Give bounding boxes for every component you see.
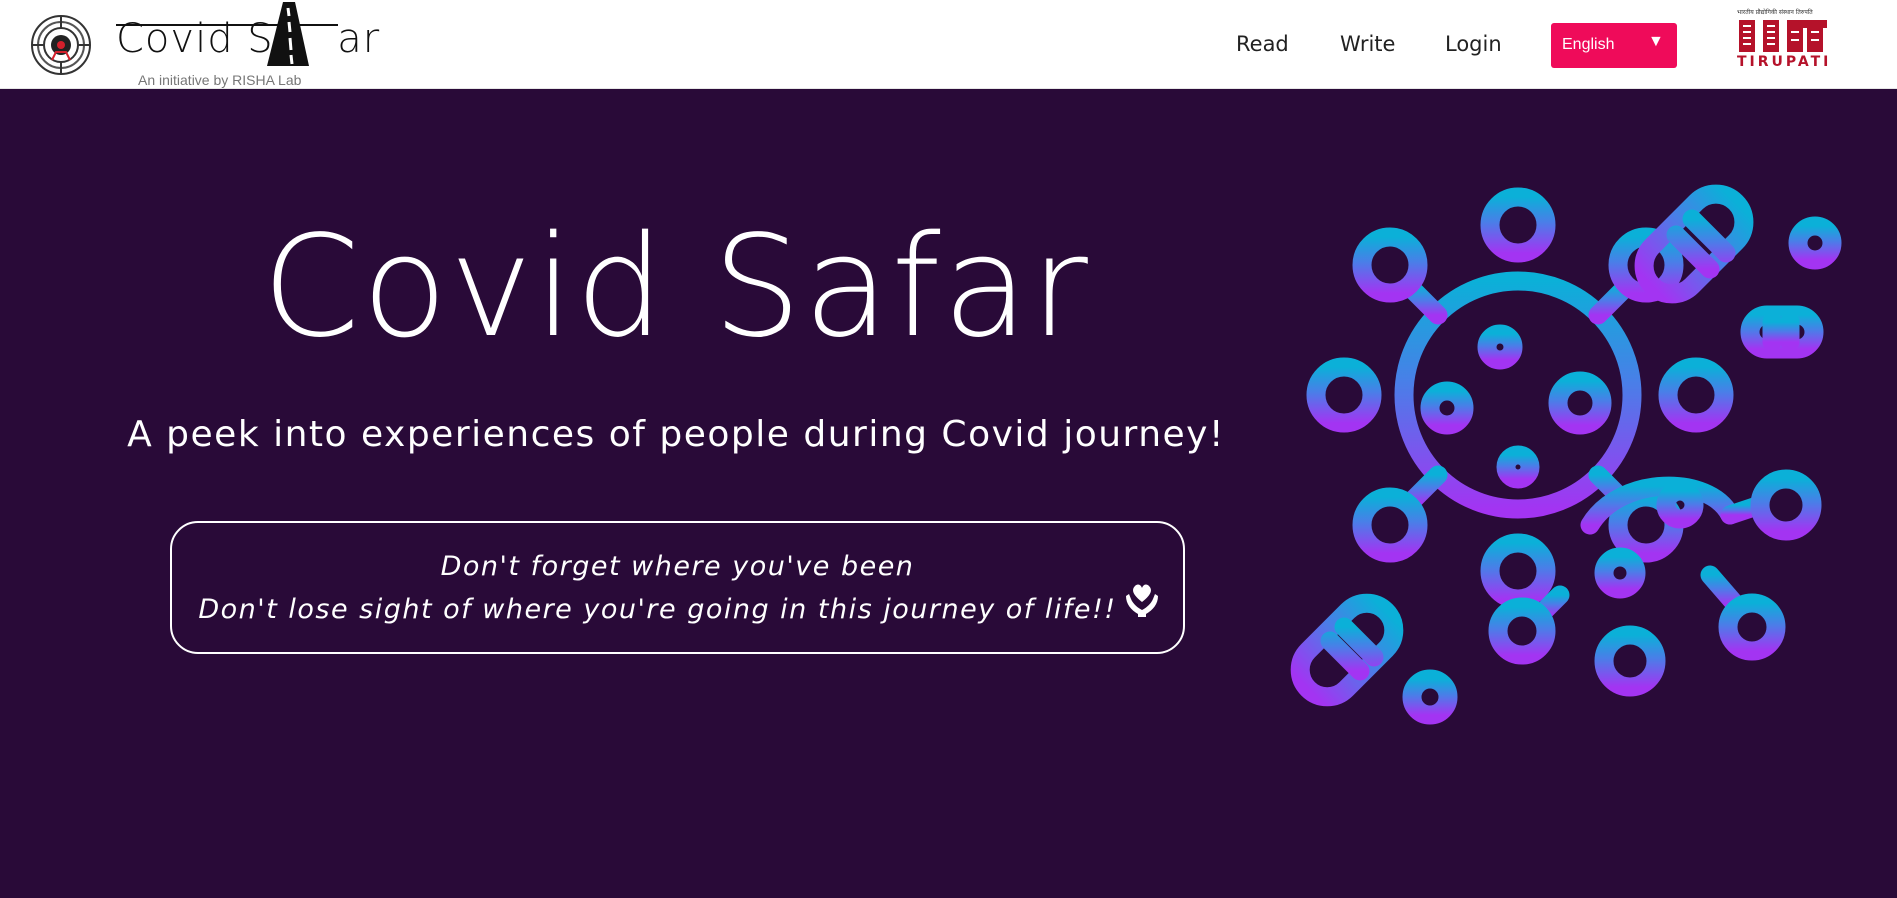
- language-select[interactable]: English ▼: [1551, 23, 1677, 68]
- iit-logo-hindi-text: भारतीय प्रौद्योगिकी संस्थान तिरुपति: [1737, 9, 1813, 16]
- hero-title: Covid Safar: [262, 206, 1090, 369]
- caring-hands-heart-icon: [1126, 584, 1158, 617]
- nav-write-link[interactable]: Write: [1340, 32, 1395, 56]
- caret-down-icon: ▼: [1648, 33, 1664, 50]
- hero-subtitle: A peek into experiences of people during…: [127, 414, 1225, 455]
- language-selected-value: English: [1562, 36, 1615, 53]
- iit-logo-icon[interactable]: भारतीय प्रौद्योगिकी संस्थान तिरुपति TIRU…: [1735, 8, 1831, 72]
- brand-logo[interactable]: Covid Sa ar An initiative by RISHA Lab: [116, 2, 379, 88]
- brand-title-right: ar: [337, 16, 381, 62]
- quote-line-2: Don't lose sight of where you're going i…: [198, 594, 1117, 625]
- iit-logo-name: TIRUPATI: [1737, 54, 1832, 70]
- nav-login-link[interactable]: Login: [1445, 32, 1502, 56]
- quote-line-1: Don't forget where you've been: [440, 551, 915, 582]
- brand-subtitle: An initiative by RISHA Lab: [138, 72, 302, 88]
- risha-logo-icon[interactable]: [30, 14, 92, 76]
- brand-title: Covid Sa ar: [116, 16, 380, 62]
- road-icon: [267, 2, 309, 66]
- virus-illustration: [1290, 184, 1842, 725]
- quote-box: Don't forget where you've been Don't los…: [170, 521, 1185, 654]
- iit-emblem-icon: [1739, 20, 1827, 52]
- top-navbar: Covid Sa ar An initiative by RISHA Lab Re…: [0, 0, 1897, 89]
- nav-read-link[interactable]: Read: [1236, 32, 1289, 56]
